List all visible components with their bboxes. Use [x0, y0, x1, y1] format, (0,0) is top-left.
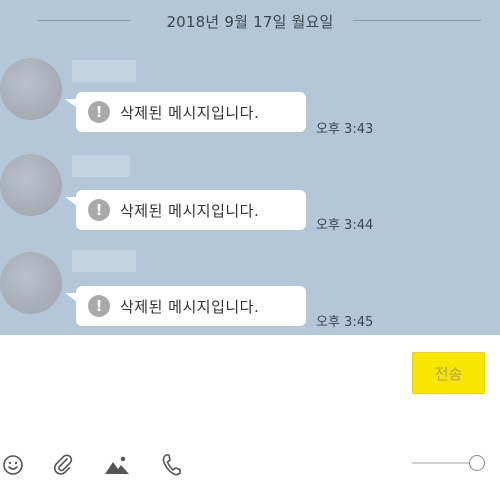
image-icon[interactable]	[104, 452, 130, 478]
message-bubble[interactable]: ! 삭제된 메시지입니다.	[65, 92, 306, 132]
date-divider-text: 2018년 9월 17일 월요일	[166, 12, 334, 31]
message-time: 오후 3:45	[316, 315, 374, 330]
date-divider: 2018년 9월 17일 월요일	[0, 8, 500, 34]
sender-name-redacted	[72, 60, 136, 82]
message-text: 삭제된 메시지입니다.	[120, 297, 260, 316]
chat-area: 2018년 9월 17일 월요일 ! 삭제된 메시지입니다. 오후 3:43 !…	[0, 0, 500, 335]
attachment-icon[interactable]	[50, 452, 76, 478]
message-time: 오후 3:44	[316, 218, 374, 233]
opacity-slider-knob[interactable]	[469, 455, 485, 471]
date-divider-line-right	[353, 20, 481, 21]
date-divider-line-left	[38, 20, 130, 21]
emoticon-icon[interactable]	[0, 452, 26, 478]
opacity-slider-track[interactable]	[412, 462, 476, 464]
message-bubble[interactable]: ! 삭제된 메시지입니다.	[65, 286, 306, 326]
send-button[interactable]: 전송	[412, 352, 485, 394]
message-row: ! 삭제된 메시지입니다. 오후 3:44	[0, 154, 500, 254]
warning-icon: !	[88, 295, 110, 317]
message-row: ! 삭제된 메시지입니다. 오후 3:43	[0, 58, 500, 158]
composer: 전송	[0, 335, 500, 489]
avatar[interactable]	[0, 58, 62, 120]
warning-icon: !	[88, 101, 110, 123]
sender-name-redacted	[72, 250, 136, 272]
message-text: 삭제된 메시지입니다.	[120, 201, 260, 220]
warning-icon: !	[88, 199, 110, 221]
phone-icon[interactable]	[158, 452, 184, 478]
message-text: 삭제된 메시지입니다.	[120, 103, 260, 122]
message-time: 오후 3:43	[316, 122, 374, 137]
message-row: ! 삭제된 메시지입니다. 오후 3:45	[0, 250, 500, 335]
message-bubble[interactable]: ! 삭제된 메시지입니다.	[65, 190, 306, 230]
sender-name-redacted	[72, 155, 130, 177]
avatar[interactable]	[0, 154, 62, 216]
avatar[interactable]	[0, 252, 62, 314]
